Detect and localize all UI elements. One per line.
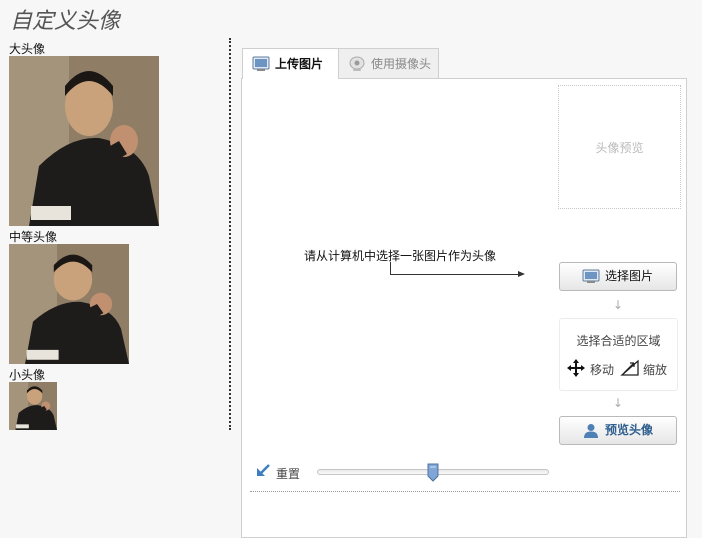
panel-divider	[250, 491, 680, 492]
small-avatar-image	[9, 382, 57, 430]
webcam-icon	[349, 56, 365, 71]
down-arrow-icon: ↓	[613, 396, 624, 410]
resize-icon	[620, 359, 639, 376]
reset-button[interactable]: 重置	[276, 465, 300, 482]
select-image-button[interactable]: 选择图片	[559, 262, 677, 291]
user-icon	[584, 424, 598, 438]
preview-avatar-label: 预览头像	[604, 423, 653, 437]
vertical-divider	[229, 38, 231, 430]
arrow-right-icon	[518, 271, 525, 277]
picture-icon	[582, 269, 600, 283]
reset-icon[interactable]	[255, 463, 271, 478]
zoom-slider-thumb[interactable]	[427, 463, 439, 482]
large-avatar-label: 大头像	[9, 42, 46, 56]
move-label: 移动	[590, 363, 615, 377]
select-image-label: 选择图片	[604, 269, 653, 283]
zoom-label: 缩放	[643, 363, 668, 377]
select-region-box: 选择合适的区域 移动 缩放	[559, 318, 678, 391]
medium-avatar-label: 中等头像	[9, 230, 58, 244]
down-arrow-icon: ↓	[613, 298, 624, 312]
tab-camera-label: 使用摄像头	[371, 57, 432, 71]
preview-avatar-button[interactable]: 预览头像	[559, 416, 677, 445]
instruction-arrow-line	[399, 274, 519, 275]
avatar-preview-box: 头像预览	[558, 85, 681, 209]
small-avatar-label: 小头像	[9, 368, 46, 382]
region-title: 选择合适的区域	[576, 334, 661, 348]
page-title: 自定义头像	[10, 9, 121, 34]
large-avatar-image	[9, 56, 159, 226]
picture-icon	[252, 56, 270, 71]
medium-avatar-image	[9, 244, 129, 364]
tab-upload-label: 上传图片	[275, 57, 324, 71]
move-icon	[567, 359, 585, 377]
tab-use-camera[interactable]: 使用摄像头	[339, 48, 439, 78]
instruction-text: 请从计算机中选择一张图片作为头像	[304, 249, 497, 263]
tab-upload-image[interactable]: 上传图片	[242, 48, 339, 79]
